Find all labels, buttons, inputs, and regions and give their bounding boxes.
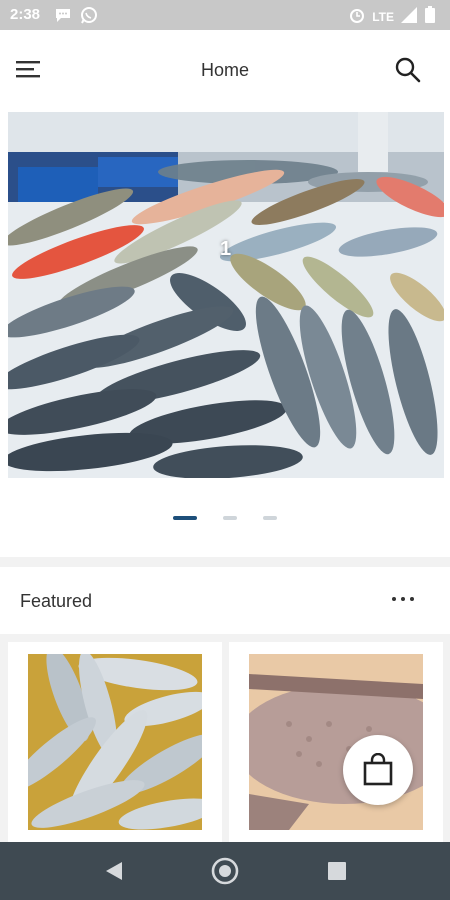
featured-header: Featured <box>0 567 450 634</box>
status-time: 2:38 <box>10 6 41 23</box>
system-icons: LTE <box>348 6 436 24</box>
fish-crate-photo <box>28 654 202 830</box>
signal-icon <box>401 7 417 23</box>
section-title: Featured <box>20 591 93 611</box>
alarm-icon <box>350 9 365 23</box>
banner-carousel: 1 <box>0 110 450 557</box>
whatsapp-icon <box>81 7 97 24</box>
fish-market-photo <box>8 112 444 478</box>
product-image <box>28 654 202 830</box>
network-type: LTE <box>372 10 394 24</box>
battery-icon <box>425 6 435 23</box>
recent-apps-icon[interactable] <box>326 860 348 882</box>
app-bar: Home <box>0 30 450 110</box>
chat-bubble-icon <box>56 9 70 22</box>
status-bar: 2:38 LTE <box>0 0 450 30</box>
carousel-dot-3[interactable] <box>263 516 277 520</box>
system-navigation-bar <box>0 842 450 900</box>
notification-icons <box>54 6 98 24</box>
carousel-dot-2[interactable] <box>223 516 237 520</box>
home-icon[interactable] <box>210 856 240 886</box>
carousel-dot-1[interactable] <box>173 516 197 520</box>
search-icon[interactable] <box>394 56 422 84</box>
slide-number: 1 <box>220 238 232 260</box>
cart-button[interactable] <box>343 735 413 805</box>
back-icon[interactable] <box>102 859 126 883</box>
page-title: Home <box>200 60 249 80</box>
more-options-icon[interactable] <box>388 589 418 609</box>
product-card[interactable] <box>8 642 222 842</box>
shopping-bag-icon <box>363 753 393 786</box>
carousel-indicator <box>0 516 450 520</box>
banner-image-fish-market[interactable]: 1 <box>8 112 444 478</box>
product-card[interactable] <box>229 642 443 842</box>
